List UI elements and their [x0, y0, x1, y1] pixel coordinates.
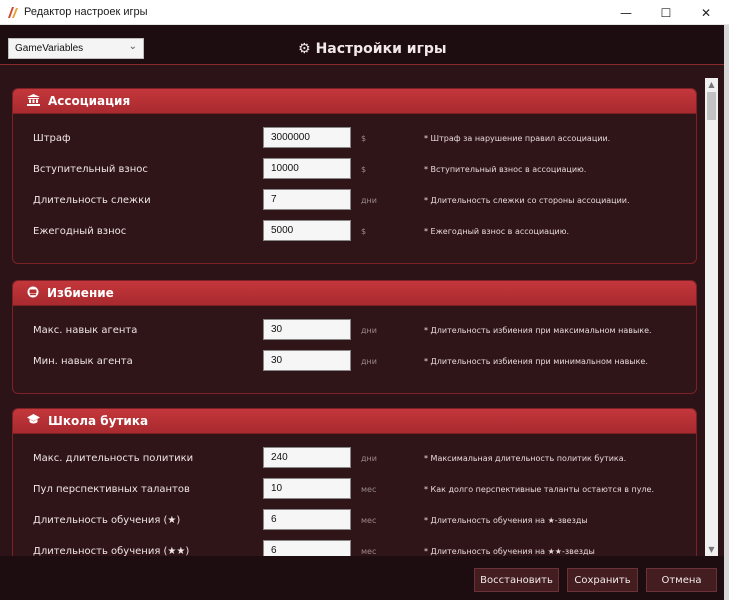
setting-unit: дни: [361, 454, 377, 463]
vertical-scrollbar[interactable]: ▲ ▼: [705, 78, 718, 556]
title-bar: Редактор настроек игры — ☐ ✕: [0, 0, 729, 25]
section-header: Школа бутика: [13, 409, 696, 434]
bank-icon: [27, 93, 40, 109]
section-association: Ассоциация Штраф 3000000 $ * Штраф за на…: [12, 88, 697, 264]
config-select-value: GameVariables: [15, 43, 84, 54]
config-select[interactable]: GameVariables ⌄: [8, 38, 144, 59]
setting-row-training-1star: Длительность обучения (★) 6 мес * Длител…: [13, 506, 696, 537]
setting-description: * Максимальная длительность политик бути…: [424, 454, 627, 463]
window-edge: [724, 25, 729, 600]
page-title: ⚙ Настройки игры: [298, 41, 447, 57]
setting-label: Макс. навык агента: [33, 325, 138, 336]
section-title: Избиение: [47, 286, 114, 300]
setting-row-fine: Штраф 3000000 $ * Штраф за нарушение пра…: [13, 124, 696, 155]
setting-unit: дни: [361, 196, 377, 205]
setting-label: Длительность обучения (★): [33, 515, 181, 526]
setting-unit: мес: [361, 516, 377, 525]
setting-unit: мес: [361, 547, 377, 556]
chevron-down-icon: ⌄: [128, 41, 137, 52]
save-button[interactable]: Сохранить: [567, 568, 638, 592]
setting-unit: $: [361, 134, 367, 143]
setting-input[interactable]: 240: [263, 447, 351, 468]
setting-input[interactable]: 30: [263, 319, 351, 340]
setting-label: Вступительный взнос: [33, 164, 148, 175]
graduation-cap-icon: [27, 414, 40, 428]
page-title-text: Настройки игры: [315, 41, 447, 57]
setting-input[interactable]: 10: [263, 478, 351, 499]
app-icon: [8, 7, 18, 18]
setting-description: * Длительность избиения при минимальном …: [424, 357, 648, 366]
setting-input[interactable]: 6: [263, 509, 351, 530]
setting-row-max-skill: Макс. навык агента 30 дни * Длительность…: [13, 316, 696, 347]
setting-input[interactable]: 5000: [263, 220, 351, 241]
setting-description: * Как долго перспективные таланты остают…: [424, 485, 655, 494]
section-boutique-school: Школа бутика Макс. длительность политики…: [12, 408, 697, 556]
footer-bar: Восстановить Сохранить Отмена: [0, 556, 724, 600]
setting-row-talent-pool: Пул перспективных талантов 10 мес * Как …: [13, 475, 696, 506]
section-header: Избиение: [13, 281, 696, 306]
close-button[interactable]: ✕: [686, 0, 726, 25]
setting-description: * Длительность обучения на ★-звезды: [424, 516, 588, 525]
gear-icon: ⚙: [298, 41, 311, 57]
setting-unit: дни: [361, 357, 377, 366]
section-header: Ассоциация: [13, 89, 696, 114]
setting-row-surveillance: Длительность слежки 7 дни * Длительность…: [13, 186, 696, 217]
window-title: Редактор настроек игры: [24, 6, 148, 18]
setting-input[interactable]: 30: [263, 350, 351, 371]
scroll-down-icon[interactable]: ▼: [705, 543, 718, 556]
setting-label: Мин. навык агента: [33, 356, 133, 367]
settings-scroll-area[interactable]: Ассоциация Штраф 3000000 $ * Штраф за на…: [0, 78, 705, 556]
setting-label: Ежегодный взнос: [33, 226, 127, 237]
setting-description: * Штраф за нарушение правил ассоциации.: [424, 134, 611, 143]
section-beating: Избиение Макс. навык агента 30 дни * Дли…: [12, 280, 697, 394]
setting-unit: $: [361, 227, 367, 236]
main-area: GameVariables ⌄ ⚙ Настройки игры Ассоциац…: [0, 25, 724, 600]
fist-icon: [27, 286, 39, 301]
setting-input[interactable]: 10000: [263, 158, 351, 179]
setting-row-policy-duration: Макс. длительность политики 240 дни * Ма…: [13, 444, 696, 475]
setting-row-annual-fee: Ежегодный взнос 5000 $ * Ежегодный взнос…: [13, 217, 696, 248]
setting-label: Штраф: [33, 133, 71, 144]
scrollbar-thumb[interactable]: [707, 92, 716, 120]
setting-label: Длительность слежки: [33, 195, 151, 206]
setting-row-min-skill: Мин. навык агента 30 дни * Длительность …: [13, 347, 696, 378]
cancel-button[interactable]: Отмена: [646, 568, 717, 592]
setting-input[interactable]: 7: [263, 189, 351, 210]
setting-unit: дни: [361, 326, 377, 335]
setting-input[interactable]: 3000000: [263, 127, 351, 148]
setting-description: * Ежегодный взнос в ассоциацию.: [424, 227, 569, 236]
minimize-button[interactable]: —: [606, 0, 646, 25]
setting-description: * Длительность слежки со стороны ассоциа…: [424, 196, 630, 205]
setting-description: * Вступительный взнос в ассоциацию.: [424, 165, 587, 174]
setting-description: * Длительность обучения на ★★-звезды: [424, 547, 595, 556]
section-title: Школа бутика: [48, 414, 149, 428]
header-bar: GameVariables ⌄ ⚙ Настройки игры: [0, 25, 724, 65]
maximize-button[interactable]: ☐: [646, 0, 686, 25]
setting-unit: мес: [361, 485, 377, 494]
scroll-up-icon[interactable]: ▲: [705, 78, 718, 91]
setting-label: Пул перспективных талантов: [33, 484, 190, 495]
restore-button[interactable]: Восстановить: [474, 568, 559, 592]
setting-description: * Длительность избиения при максимальном…: [424, 326, 652, 335]
setting-label: Макс. длительность политики: [33, 453, 194, 464]
section-title: Ассоциация: [48, 94, 131, 108]
setting-unit: $: [361, 165, 367, 174]
setting-row-training-2star: Длительность обучения (★★) 6 мес * Длите…: [13, 537, 696, 556]
setting-label: Длительность обучения (★★): [33, 546, 190, 556]
setting-row-entry-fee: Вступительный взнос 10000 $ * Вступитель…: [13, 155, 696, 186]
setting-input[interactable]: 6: [263, 540, 351, 556]
